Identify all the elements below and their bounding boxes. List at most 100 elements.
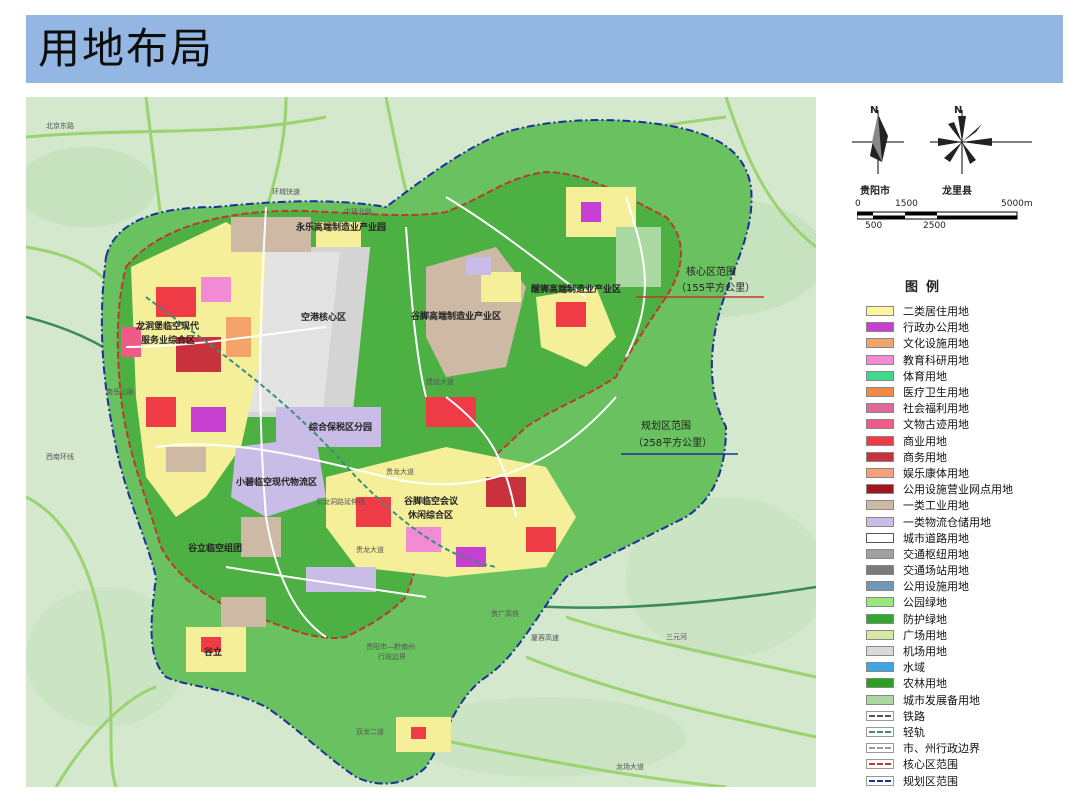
road-label: 三元河 bbox=[666, 633, 687, 641]
legend-label: 铁路 bbox=[903, 709, 925, 723]
legend-label: 商业用地 bbox=[903, 434, 947, 448]
legend-item: 水域 bbox=[866, 659, 1066, 675]
legend-label: 商务用地 bbox=[903, 450, 947, 464]
legend-item: 农林用地 bbox=[866, 675, 1066, 691]
legend-label: 广场用地 bbox=[903, 628, 947, 642]
legend-swatch bbox=[866, 678, 894, 689]
plan-area-callout-title: 规划区范围 bbox=[641, 421, 691, 432]
legend-swatch bbox=[866, 646, 894, 657]
legend-swatch bbox=[866, 662, 894, 673]
road-label: 双龙二道 bbox=[356, 728, 384, 736]
legend-label: 防护绿地 bbox=[903, 612, 947, 626]
road-label: 北京东路 bbox=[46, 122, 74, 130]
legend-swatch bbox=[866, 516, 894, 527]
road-label: 贵龙大道 bbox=[356, 546, 384, 554]
scale-tick-label: 2500 bbox=[923, 221, 946, 231]
legend-item: 城市发展备用地 bbox=[866, 692, 1066, 708]
map-label: 永乐高端制造业产业园 bbox=[296, 223, 387, 233]
legend-item: 防护绿地 bbox=[866, 611, 1066, 627]
legend-label: 行政办公用地 bbox=[903, 321, 969, 335]
plan-area-callout-area: （258平方公里） bbox=[633, 438, 713, 449]
legend-item: 商业用地 bbox=[866, 433, 1066, 449]
legend-swatch bbox=[866, 613, 894, 624]
road-label: 建设大道 bbox=[426, 378, 454, 386]
legend-label: 公园绿地 bbox=[903, 596, 947, 610]
legend-label: 医疗卫生用地 bbox=[903, 386, 969, 400]
north-label: N bbox=[954, 105, 963, 116]
legend-item: 行政办公用地 bbox=[866, 319, 1066, 335]
page-title: 用地布局 bbox=[38, 24, 215, 73]
legend-swatch bbox=[866, 548, 894, 559]
map-label: 谷立 bbox=[204, 648, 223, 658]
legend-item: 交通枢纽用地 bbox=[866, 546, 1066, 562]
legend-label: 机场用地 bbox=[903, 645, 947, 659]
legend-swatch bbox=[866, 597, 894, 608]
legend-swatch bbox=[866, 710, 894, 721]
legend-swatch bbox=[866, 484, 894, 495]
map-label: 龙洞堡临空现代 bbox=[136, 322, 200, 332]
legend-swatch bbox=[866, 338, 894, 349]
legend-item: 广场用地 bbox=[866, 627, 1066, 643]
legend-swatch bbox=[866, 581, 894, 592]
road-label: 西南环线 bbox=[46, 453, 74, 461]
legend-item: 核心区范围 bbox=[866, 756, 1066, 772]
legend-label: 市、州行政边界 bbox=[903, 742, 980, 756]
road-label: 中环北路 bbox=[344, 208, 372, 216]
road-label: 厦蓉高速 bbox=[531, 634, 559, 642]
compass-block: N N 贵阳市 龙里县 bbox=[850, 102, 1040, 197]
legend-label: 规划区范围 bbox=[903, 774, 958, 788]
legend-swatch bbox=[866, 565, 894, 576]
legend-swatch bbox=[866, 467, 894, 478]
legend-swatch bbox=[866, 419, 894, 430]
scale-tick-label: 0 bbox=[855, 199, 861, 209]
legend-swatch bbox=[866, 435, 894, 446]
legend-item: 规划区范围 bbox=[866, 772, 1066, 788]
legend-item: 公用设施营业网点用地 bbox=[866, 481, 1066, 497]
road-label: 南岳山脉 bbox=[106, 388, 134, 396]
legend-swatch bbox=[866, 387, 894, 398]
legend-item: 娱乐康体用地 bbox=[866, 465, 1066, 481]
map-label: 综合保税区分园 bbox=[309, 423, 373, 433]
compass-left-label: 贵阳市 bbox=[860, 186, 890, 197]
land-use-map: 永乐高端制造业产业园 空港核心区 龙洞堡临空现代 服务业综合区 谷脚高端制造业产… bbox=[26, 97, 816, 787]
legend-swatch bbox=[866, 451, 894, 462]
legend-label: 城市道路用地 bbox=[903, 531, 969, 545]
map-label: 谷立临空组团 bbox=[188, 544, 243, 554]
legend-item: 文化设施用地 bbox=[866, 335, 1066, 351]
legend-label: 娱乐康体用地 bbox=[903, 466, 969, 480]
legend-item: 城市道路用地 bbox=[866, 530, 1066, 546]
legend-item: 一类工业用地 bbox=[866, 497, 1066, 513]
legend: 图例 二类居住用地 行政办公用地 文化设施用地 教育科研用地 体育用地 医疗卫生用地 社会福… bbox=[866, 276, 1066, 789]
legend-item: 轻轨 bbox=[866, 724, 1066, 740]
legend-items: 二类居住用地 行政办公用地 文化设施用地 教育科研用地 体育用地 医疗卫生用地 社会福利用地… bbox=[866, 303, 1066, 789]
legend-item: 商务用地 bbox=[866, 449, 1066, 465]
legend-swatch bbox=[866, 694, 894, 705]
legend-label: 二类居住用地 bbox=[903, 305, 969, 319]
map-label: 服务业综合区 bbox=[141, 336, 196, 346]
legend-swatch bbox=[866, 500, 894, 511]
legend-label: 体育用地 bbox=[903, 369, 947, 383]
legend-item: 体育用地 bbox=[866, 368, 1066, 384]
road-label: 贵广高铁 bbox=[491, 610, 519, 618]
map-label: 谷脚高端制造业产业区 bbox=[411, 312, 502, 322]
legend-swatch bbox=[866, 370, 894, 381]
map-label: 醒狮高端制造业产业区 bbox=[531, 285, 622, 295]
map-label: 行政边界 bbox=[378, 653, 406, 661]
legend-label: 公用设施营业网点用地 bbox=[903, 483, 1013, 497]
legend-item: 文物古迹用地 bbox=[866, 416, 1066, 432]
legend-item: 二类居住用地 bbox=[866, 303, 1066, 319]
legend-label: 文化设施用地 bbox=[903, 337, 969, 351]
legend-item: 公园绿地 bbox=[866, 594, 1066, 610]
legend-label: 一类物流仓储用地 bbox=[903, 515, 991, 529]
legend-swatch bbox=[866, 743, 894, 754]
map-label: 休闲综合区 bbox=[408, 511, 454, 521]
legend-item: 社会福利用地 bbox=[866, 400, 1066, 416]
map-label: 小碧临空现代物流区 bbox=[236, 478, 318, 488]
scale-bar: 0 1500 5000m 500 2500 bbox=[855, 199, 1033, 233]
map-label: 谷脚临空会议 bbox=[404, 497, 459, 507]
north-label: N bbox=[870, 105, 879, 116]
legend-swatch bbox=[866, 354, 894, 365]
scale-tick-label: 1500 bbox=[895, 199, 918, 209]
road-label: 贵龙大道 bbox=[386, 468, 414, 476]
legend-item: 医疗卫生用地 bbox=[866, 384, 1066, 400]
